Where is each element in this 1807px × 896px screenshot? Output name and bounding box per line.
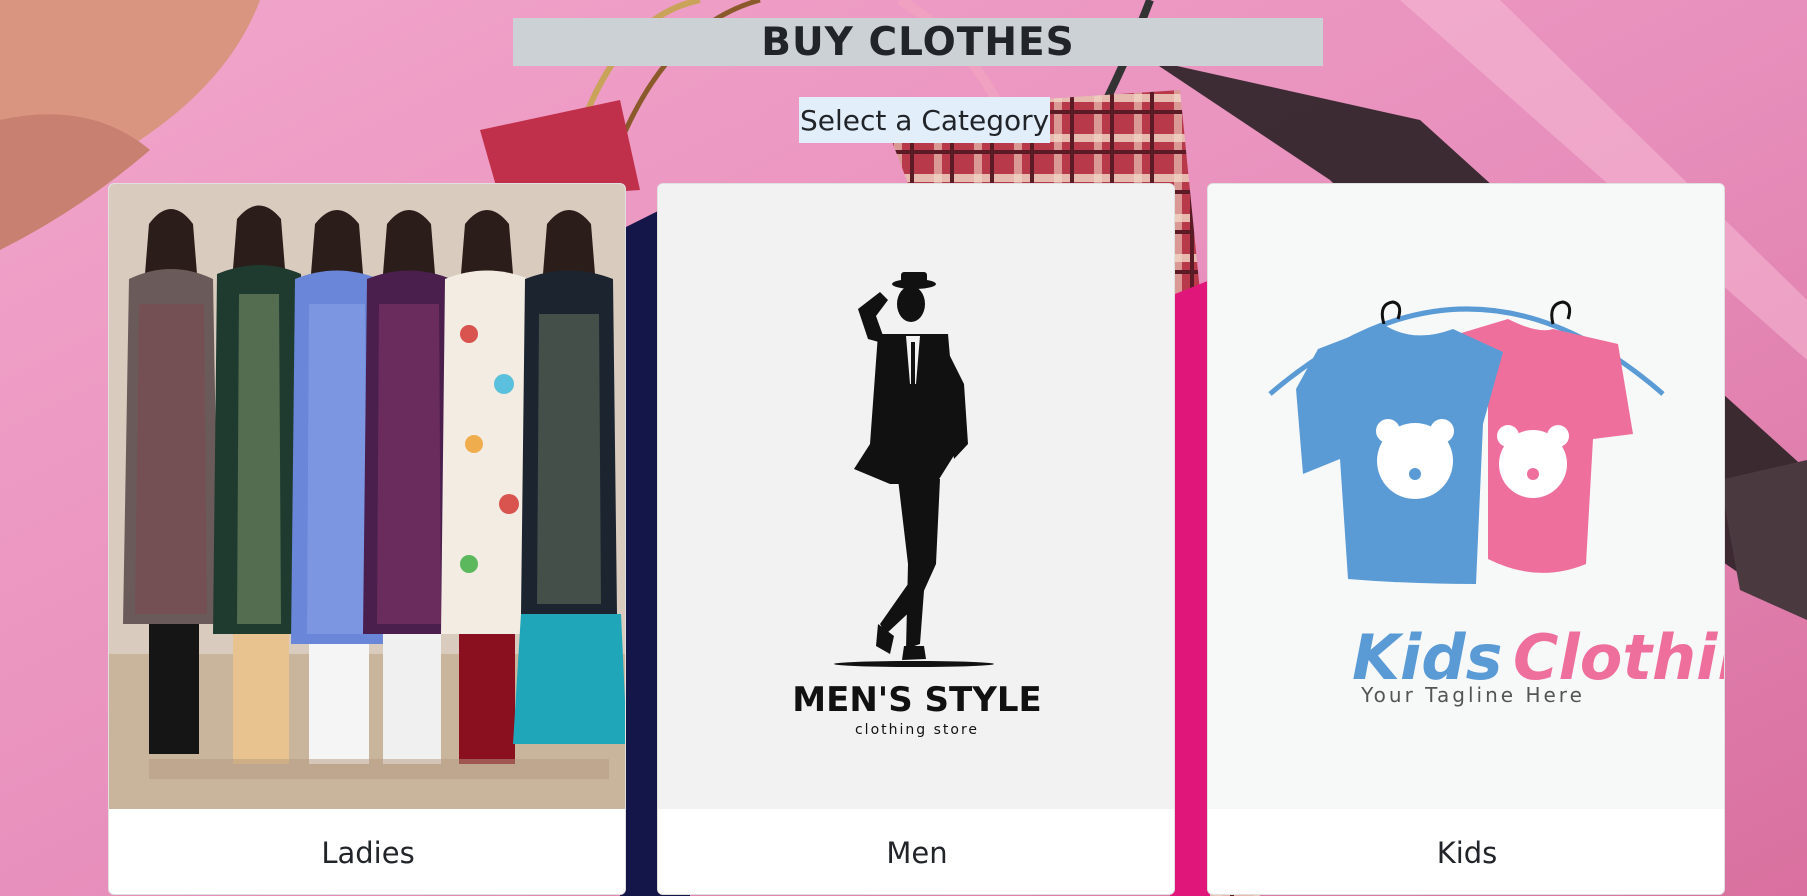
mens-style-logo-subtext: clothing store bbox=[855, 722, 979, 738]
category-label-kids[interactable]: Kids bbox=[1208, 809, 1724, 894]
page-title: BUY CLOTHES bbox=[761, 19, 1075, 65]
kids-logo-tagline: Your Tagline Here bbox=[1360, 683, 1585, 707]
category-label-men-visible[interactable]: Men bbox=[658, 809, 1174, 894]
mens-style-logo-text: MEN'S STYLE bbox=[792, 680, 1041, 720]
category-card-ladies[interactable]: Ladies bbox=[108, 183, 626, 895]
category-card-men[interactable]: MEN'S STYLE clothing store Men bbox=[657, 183, 1175, 895]
category-card-kids[interactable]: Kids Clothing Your Tagline Here Kids bbox=[1207, 183, 1725, 895]
page-title-bar: BUY CLOTHES bbox=[513, 18, 1323, 66]
ladies-category-image[interactable] bbox=[109, 184, 625, 809]
men-category-image[interactable]: MEN'S STYLE clothing store bbox=[658, 184, 1174, 809]
page-subtitle: Select a Category bbox=[799, 97, 1051, 143]
kids-category-image[interactable]: Kids Clothing Your Tagline Here bbox=[1208, 184, 1724, 809]
category-label-ladies[interactable]: Ladies bbox=[109, 809, 625, 894]
